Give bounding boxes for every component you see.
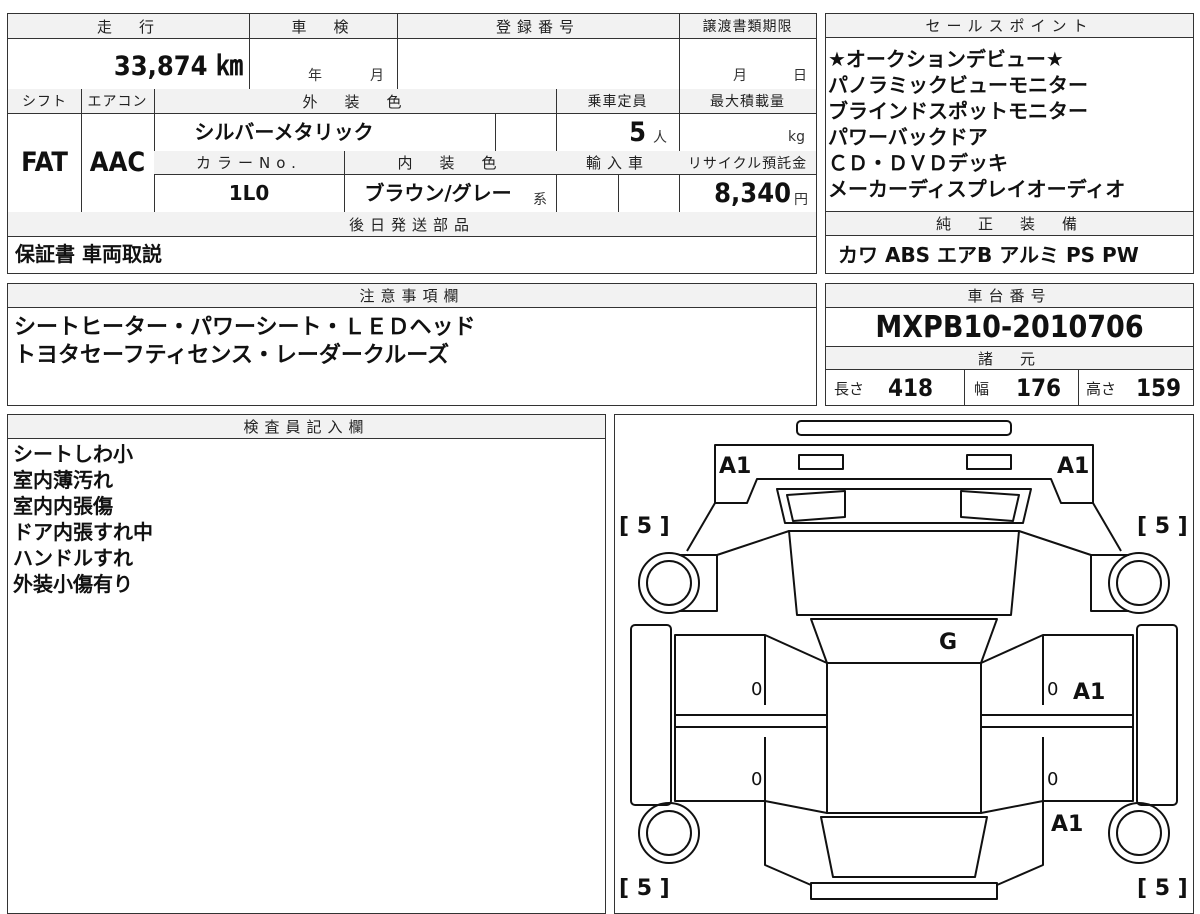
sales-points-header: セールスポイント (826, 14, 1193, 38)
mark-windshield: G (939, 630, 957, 655)
shift-header: シフト (8, 89, 81, 113)
exterior-header: 外 装 色 (154, 89, 556, 113)
notes-line: シートヒーター・パワーシート・ＬＥＤヘッド (14, 315, 476, 340)
sales-point-item: パワーバックドア (828, 125, 988, 149)
inspection-header: 車 検 (249, 14, 397, 38)
height-value: 159 (1136, 374, 1182, 402)
capacity-unit: 人 (653, 130, 667, 146)
transfer-header: 譲渡書類期限 (679, 14, 816, 38)
genuine-equipment-header: 純 正 装 備 (826, 212, 1193, 236)
interior-value: ブラウン/グレー (364, 181, 512, 205)
mark-front-left: A1 (719, 454, 751, 479)
tire-front-left: [ 5 ] (619, 514, 670, 539)
interior-header: 内 装 色 (344, 151, 556, 174)
tire-rear-left: [ 5 ] (619, 876, 670, 901)
inspector-line: ハンドルすれ (13, 546, 133, 570)
recycle-unit: 円 (794, 192, 808, 208)
load-header: 最大積載量 (679, 89, 816, 113)
notes-box: 注意事項欄 シートヒーター・パワーシート・ＬＥＤヘッド トヨタセーフティセンス・… (7, 283, 817, 406)
ac-header: エアコン (81, 89, 154, 113)
recycle-value: 8,340 (714, 177, 791, 209)
car-diagram: A1 A1 G A1 A1 0 0 0 0 [ 5 ] [ 5 ] [ 5 ] … (619, 420, 1188, 901)
width-label: 幅 (974, 379, 990, 398)
sales-point-item: ＣＤ・ＤＶＤデッキ (828, 151, 1008, 175)
transfer-month: 月 (733, 68, 747, 84)
specs-header: 諸 元 (826, 346, 1193, 370)
mark-right-rear: A1 (1051, 812, 1083, 837)
length-value: 418 (888, 374, 934, 402)
mark-left-rear-door-zero: 0 (751, 769, 762, 790)
sales-point-item: ブラインドスポットモニター (828, 99, 1088, 123)
sales-point-item: メーカーディスプレイオーディオ (828, 177, 1126, 201)
sales-point-item: パノラミックビューモニター (828, 73, 1088, 97)
color-no-value: 1L0 (228, 181, 270, 205)
exterior-value: シルバーメタリック (194, 120, 374, 144)
capacity-value: 5 (629, 116, 646, 148)
later-parts-value: 保証書 車両取説 (15, 242, 162, 266)
inspector-line: 室内薄汚れ (13, 468, 113, 492)
sales-point-item: ★オークションデビュー★ (828, 47, 1064, 71)
shift-value: FAT (21, 147, 68, 178)
recycle-header: リサイクル預託金 (679, 151, 816, 174)
tire-front-right: [ 5 ] (1137, 514, 1188, 539)
capacity-header: 乗車定員 (556, 89, 679, 113)
load-unit: kg (788, 129, 805, 145)
inspector-lines: シートしわ小 室内薄汚れ 室内内張傷 ドア内張すれ中 ハンドルすれ 外装小傷有り (13, 441, 153, 597)
interior-suffix: 系 (533, 192, 547, 208)
inspector-line: 室内内張傷 (13, 494, 113, 518)
notes-header: 注意事項欄 (8, 284, 816, 308)
mark-right-front-door: A1 (1073, 680, 1105, 705)
inspector-line: ドア内張すれ中 (13, 520, 153, 544)
inspection-year: 年 (308, 68, 322, 84)
chassis-number: MXPB10-2010706 (875, 309, 1144, 345)
mark-left-front-door-zero: 0 (751, 679, 762, 700)
color-no-header: カラーNo. (154, 151, 344, 174)
inspector-line: 外装小傷有り (13, 572, 133, 596)
inspector-box: 検査員記入欄 シートしわ小 室内薄汚れ 室内内張傷 ドア内張すれ中 ハンドルすれ… (7, 414, 606, 914)
width-value: 176 (1016, 374, 1062, 402)
registration-header: 登録番号 (397, 14, 679, 38)
later-parts-header: 後日発送部品 (8, 212, 816, 236)
car-diagram-box: A1 A1 G A1 A1 0 0 0 0 [ 5 ] [ 5 ] [ 5 ] … (614, 414, 1194, 914)
import-header: 輸入車 (556, 151, 679, 174)
chassis-box: 車台番号 MXPB10-2010706 諸 元 長さ 418 幅 176 高さ … (825, 283, 1194, 406)
mark-front-right: A1 (1057, 454, 1089, 479)
sales-points-list: ★オークションデビュー★ パノラミックビューモニター ブラインドスポットモニター… (828, 46, 1190, 202)
inspection-month: 月 (370, 68, 384, 84)
mileage-header: 走 行 (8, 14, 249, 38)
inspector-line: シートしわ小 (13, 442, 133, 466)
ac-value: AAC (89, 147, 146, 178)
tire-rear-right: [ 5 ] (1137, 876, 1188, 901)
mark-right-rear-door-zero: 0 (1047, 769, 1058, 790)
mark-right-front-door-zero: 0 (1047, 679, 1058, 700)
length-label: 長さ (834, 379, 865, 398)
main-table: 走 行 車 検 登録番号 譲渡書類期限 33,874 ㎞ 年 月 月 日 シフト… (7, 13, 817, 274)
inspector-header: 検査員記入欄 (8, 415, 605, 439)
transfer-day: 日 (793, 68, 807, 84)
mileage-value: 33,874 ㎞ (113, 51, 243, 82)
genuine-equipment-value: カワ ABS エアB アルミ PS PW (838, 242, 1139, 267)
chassis-header: 車台番号 (826, 284, 1193, 308)
sales-points-box: セールスポイント ★オークションデビュー★ パノラミックビューモニター ブライン… (825, 13, 1194, 212)
genuine-equipment-box: 純 正 装 備 カワ ABS エアB アルミ PS PW (825, 211, 1194, 274)
notes-lines: シートヒーター・パワーシート・ＬＥＤヘッド トヨタセーフティセンス・レーダークル… (14, 314, 476, 370)
height-label: 高さ (1086, 379, 1117, 398)
notes-line: トヨタセーフティセンス・レーダークルーズ (14, 343, 450, 368)
